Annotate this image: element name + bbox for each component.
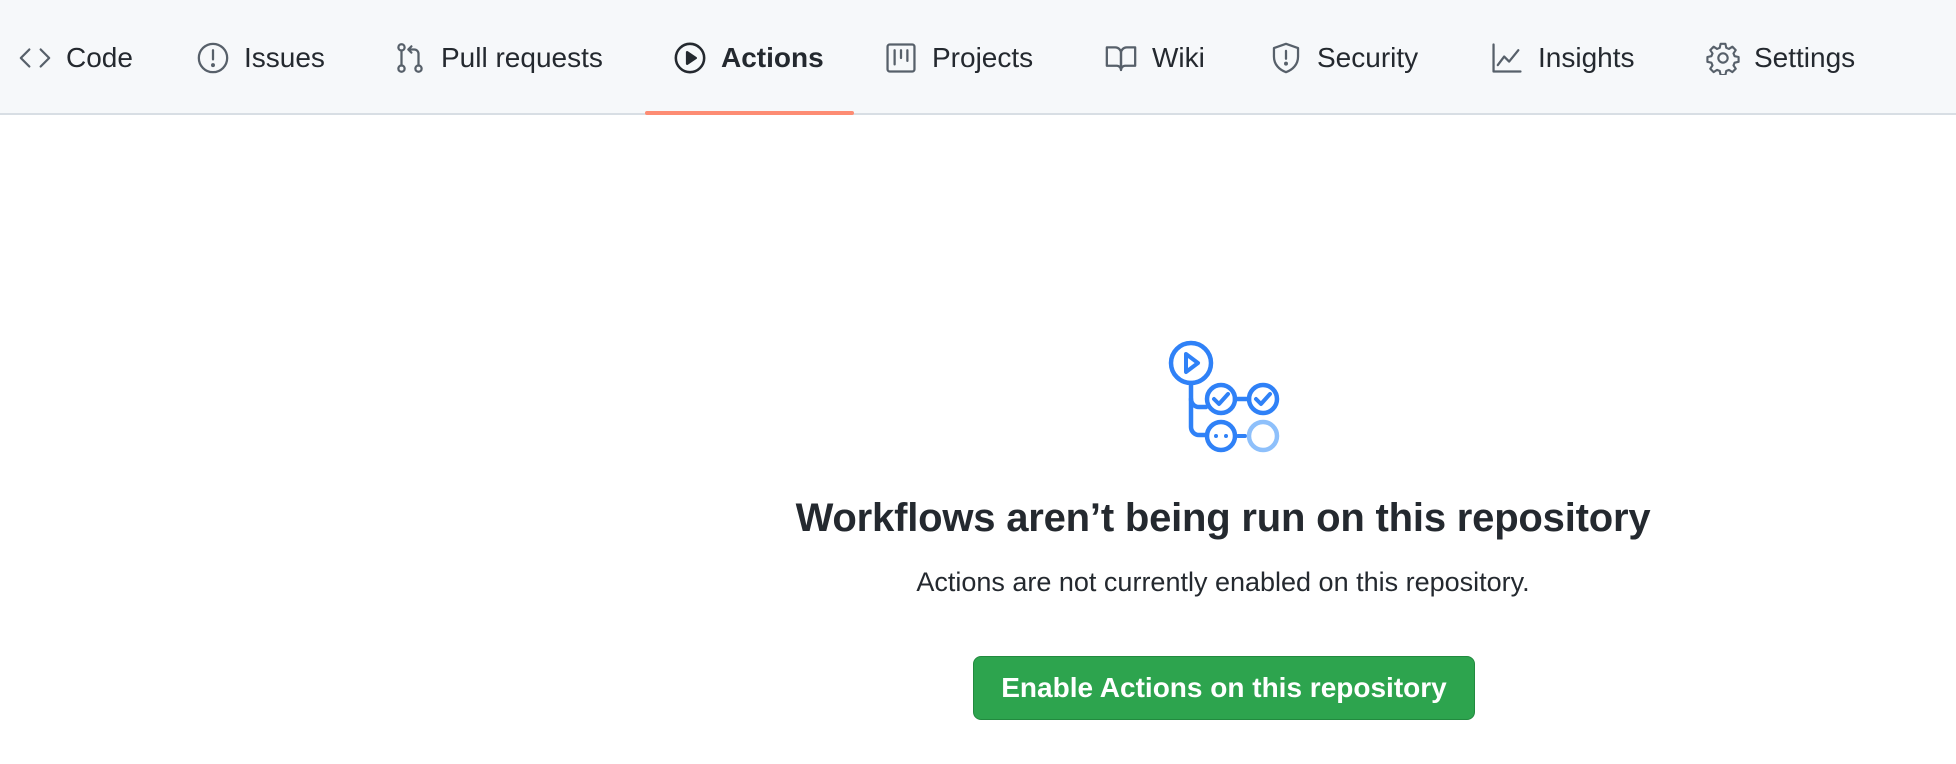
shield-icon <box>1269 41 1303 75</box>
tab-settings[interactable]: Settings <box>1706 0 1855 115</box>
tab-actions[interactable]: Actions <box>673 0 824 115</box>
graph-icon <box>1490 41 1524 75</box>
tab-code[interactable]: Code <box>18 0 133 115</box>
tab-security[interactable]: Security <box>1269 0 1418 115</box>
tab-code-label: Code <box>66 41 133 73</box>
tab-pull-requests[interactable]: Pull requests <box>393 0 603 115</box>
project-icon <box>884 41 918 75</box>
empty-state-subtitle: Actions are not currently enabled on thi… <box>916 567 1530 597</box>
gear-icon <box>1706 41 1740 75</box>
tab-projects[interactable]: Projects <box>884 0 1033 115</box>
enable-actions-button[interactable]: Enable Actions on this repository <box>973 656 1475 720</box>
tab-issues-label: Issues <box>244 41 325 73</box>
play-icon <box>673 41 707 75</box>
workflow-icon <box>1160 336 1286 456</box>
tab-actions-label: Actions <box>721 41 824 73</box>
tab-projects-label: Projects <box>932 41 1034 73</box>
book-icon <box>1104 41 1138 75</box>
code-icon <box>18 41 52 75</box>
tab-pull-requests-label: Pull requests <box>441 41 603 73</box>
tab-settings-label: Settings <box>1754 41 1856 73</box>
tab-security-label: Security <box>1317 41 1419 73</box>
empty-state-title: Workflows aren’t being run on this repos… <box>795 496 1651 540</box>
tab-insights[interactable]: Insights <box>1490 0 1635 115</box>
tab-issues[interactable]: Issues <box>196 0 325 115</box>
repo-nav-bar: Code Issues Pull requests Actions Projec… <box>0 0 1956 115</box>
tab-insights-label: Insights <box>1538 41 1635 73</box>
tab-wiki[interactable]: Wiki <box>1104 0 1205 115</box>
issue-opened-icon <box>196 41 230 75</box>
git-pull-request-icon <box>393 41 427 75</box>
tab-wiki-label: Wiki <box>1152 41 1205 73</box>
